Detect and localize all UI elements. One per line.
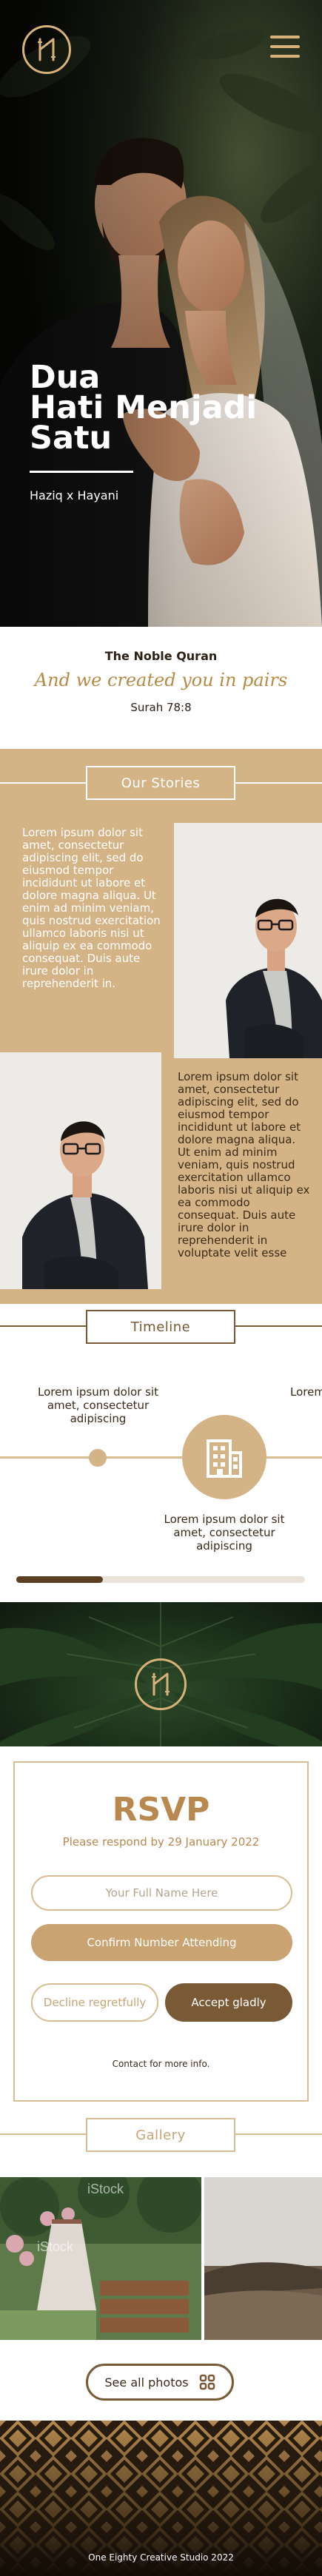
hamburger-menu-icon[interactable] bbox=[270, 36, 300, 58]
timeline-scrollbar-thumb[interactable] bbox=[16, 1576, 103, 1583]
hero-title-line-2: Hati Menjadi bbox=[30, 389, 258, 426]
rsvp-card: RSVP Please respond by 29 January 2022 C… bbox=[13, 1761, 309, 2102]
watermark-1: iStock bbox=[87, 2182, 124, 2196]
contact-link[interactable]: Contact for more info. bbox=[15, 2059, 307, 2069]
grid-icon bbox=[199, 2374, 215, 2390]
timeline-line-right bbox=[235, 1325, 322, 1327]
timeline-event-top-left: Lorem ipsum dolor sit amet, consectetur … bbox=[38, 1385, 158, 1425]
story-photo-2 bbox=[0, 1052, 161, 1289]
menu-bar-2 bbox=[270, 45, 300, 48]
watermark-2: iStock bbox=[37, 2239, 74, 2254]
decline-button[interactable]: Decline regretfully bbox=[31, 1983, 158, 2022]
wedding-invitation-page: Dua Hati Menjadi Satu Haziq x Hayani The… bbox=[0, 0, 322, 2576]
quran-reference: Surah 78:8 bbox=[130, 701, 192, 714]
timeline-event-bottom: Lorem ipsum dolor sit amet, consectetur … bbox=[164, 1513, 285, 1553]
timeline-track bbox=[0, 1456, 322, 1459]
monogram-icon[interactable] bbox=[22, 25, 71, 74]
hero-overlay bbox=[0, 0, 322, 627]
rsvp-title: RSVP bbox=[112, 1791, 210, 1829]
timeline-dot[interactable] bbox=[89, 1449, 107, 1467]
full-name-input[interactable] bbox=[31, 1875, 292, 1911]
story-photo-1 bbox=[174, 823, 322, 1058]
timeline-scrollbar[interactable] bbox=[16, 1576, 305, 1583]
story-paragraph-1: Lorem ipsum dolor sit amet, consectetur … bbox=[22, 826, 161, 990]
gallery-heading: Gallery bbox=[86, 2118, 235, 2152]
our-stories-heading: Our Stories bbox=[86, 766, 235, 800]
footer: One Eighty Creative Studio 2022 bbox=[0, 2421, 322, 2576]
quran-verse: And we created you in pairs bbox=[34, 670, 288, 690]
banner-line-left bbox=[0, 782, 86, 784]
hero-divider bbox=[30, 471, 133, 473]
accept-button[interactable]: Accept gladly bbox=[165, 1983, 292, 2022]
quran-verse-section: The Noble Quran And we created you in pa… bbox=[0, 627, 322, 749]
gallery-photo-2[interactable] bbox=[204, 2177, 322, 2340]
gallery-line-left bbox=[0, 2133, 86, 2135]
hero-title-line-1: Dua bbox=[30, 359, 101, 396]
gallery-section: Gallery iStock iStock See all photos bbox=[0, 2118, 322, 2426]
see-all-photos-button[interactable]: See all photos bbox=[86, 2364, 234, 2401]
building-icon[interactable] bbox=[182, 1415, 266, 1499]
hero-title-line-3: Satu bbox=[30, 420, 113, 457]
banner-line-right bbox=[235, 782, 322, 784]
leaf-divider-band bbox=[0, 1602, 322, 1746]
couple-names: Haziq x Hayani bbox=[30, 488, 119, 502]
timeline-line-left bbox=[0, 1325, 86, 1327]
gallery-line-right bbox=[235, 2133, 322, 2135]
rsvp-deadline: Please respond by 29 January 2022 bbox=[62, 1835, 260, 1849]
quran-title: The Noble Quran bbox=[104, 649, 218, 663]
our-stories-section: Our Stories Lorem ipsum dolor sit amet, … bbox=[0, 749, 322, 1304]
hero-title: Dua Hati Menjadi Satu bbox=[30, 359, 296, 457]
menu-bar-1 bbox=[270, 36, 300, 38]
timeline-section: Timeline Lorem ipsum dolor sit amet, con… bbox=[0, 1304, 322, 1607]
timeline-event-top-right: Lorem bbox=[290, 1385, 322, 1399]
rsvp-section: RSVP Please respond by 29 January 2022 C… bbox=[0, 1746, 322, 2124]
hero-section: Dua Hati Menjadi Satu Haziq x Hayani bbox=[0, 0, 322, 627]
see-all-photos-label: See all photos bbox=[104, 2375, 189, 2390]
footer-credit: One Eighty Creative Studio 2022 bbox=[88, 2552, 234, 2563]
story-paragraph-2: Lorem ipsum dolor sit amet, consectetur … bbox=[178, 1070, 310, 1260]
timeline-heading: Timeline bbox=[86, 1310, 235, 1344]
gallery-photo-1[interactable]: iStock iStock bbox=[0, 2177, 201, 2340]
confirm-attending-button[interactable]: Confirm Number Attending bbox=[31, 1924, 292, 1961]
menu-bar-3 bbox=[270, 55, 300, 58]
monogram-icon bbox=[135, 1658, 187, 1710]
